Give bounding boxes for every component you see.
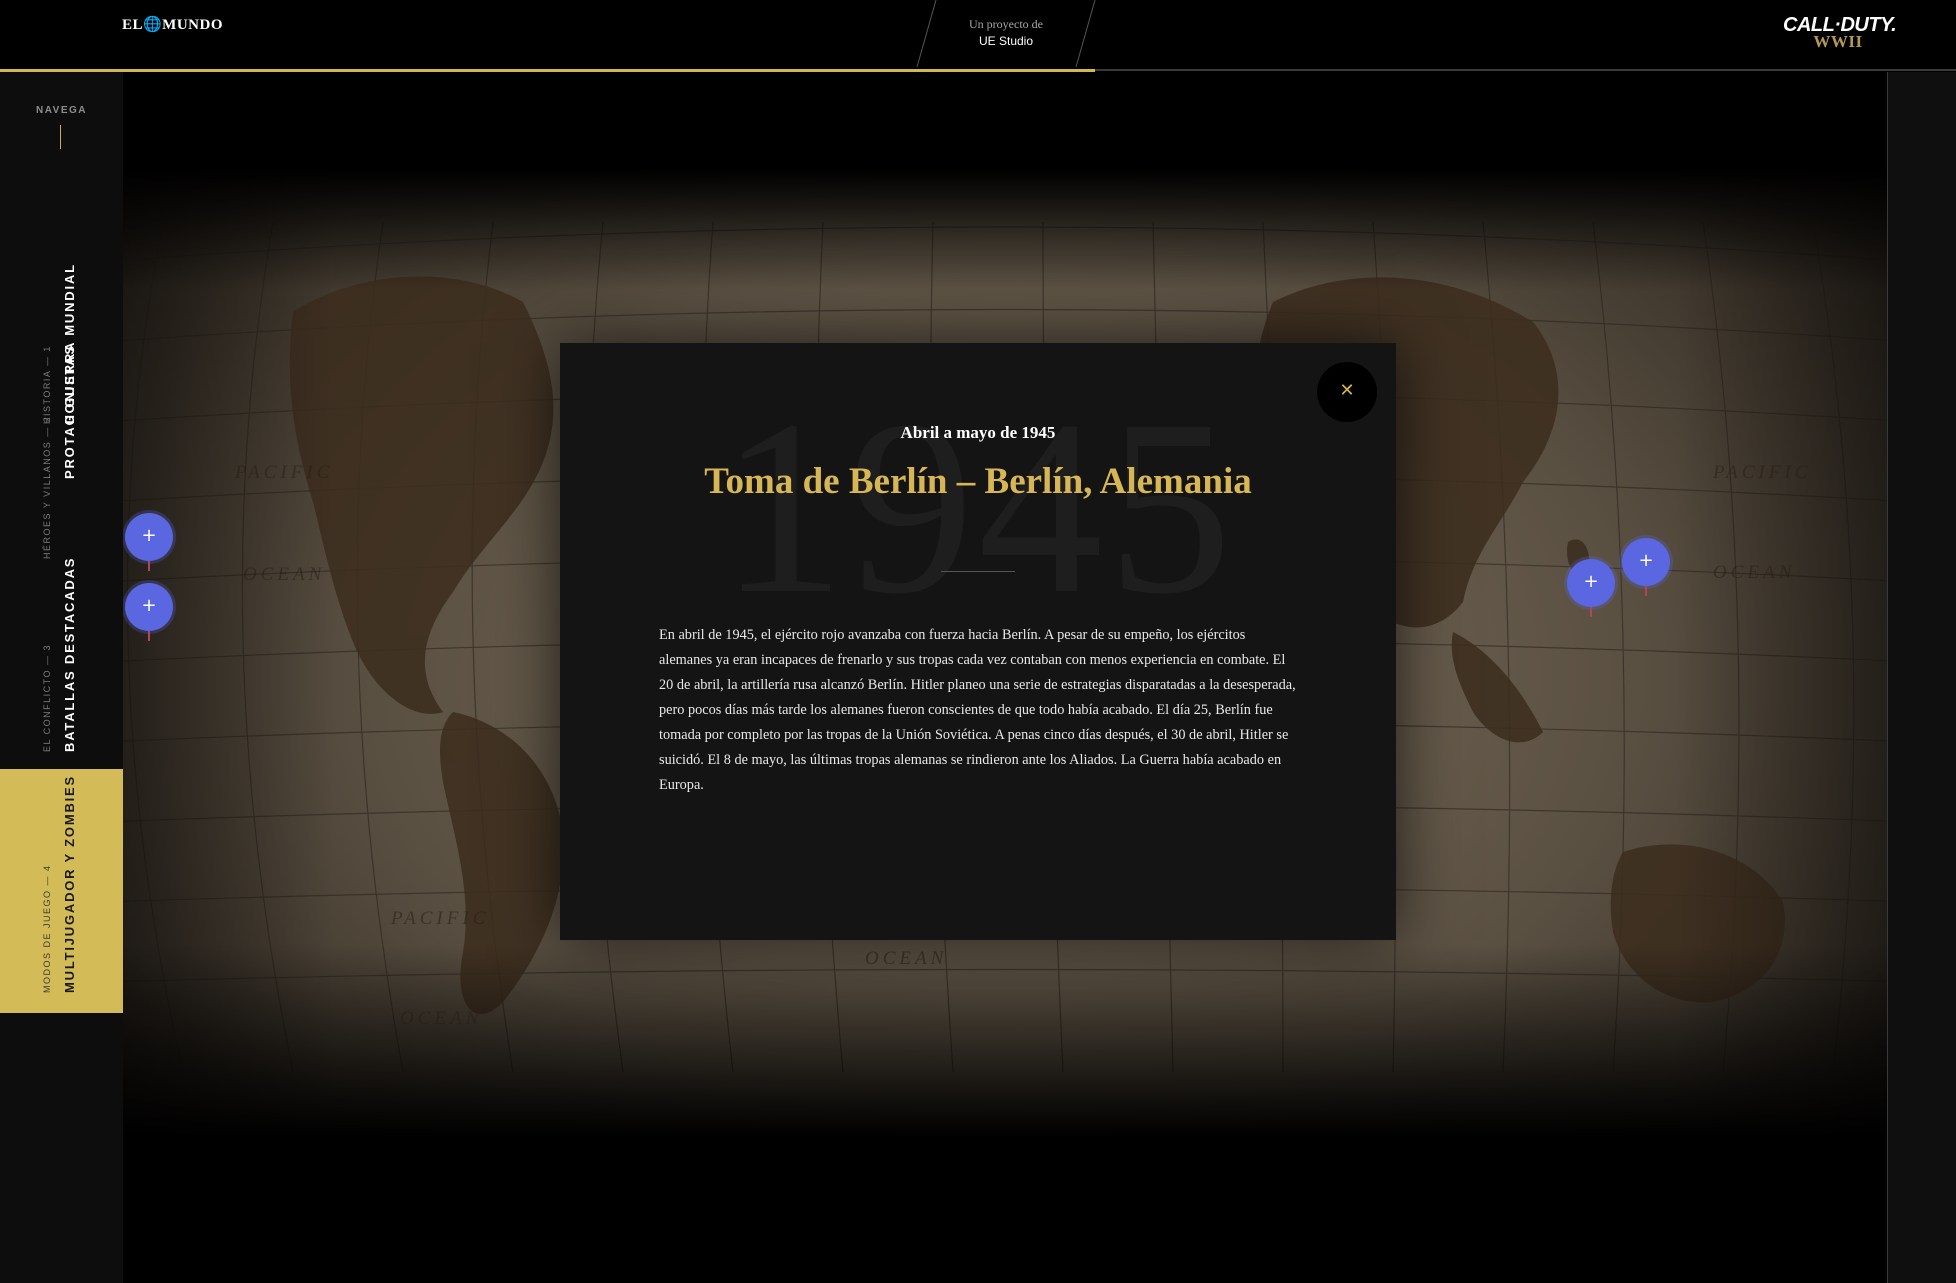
plus-icon: +: [141, 595, 157, 616]
event-title: Toma de Berlín – Berlín, Alemania: [704, 461, 1252, 502]
sidebar-item-subtitle: MODOS DE JUEGO — 4: [42, 864, 52, 993]
nav-heading-divider: [60, 125, 61, 149]
sidebar-item-title: MULTIJUGADOR Y ZOMBIES: [62, 774, 77, 993]
call-of-duty-wwii-logo[interactable]: CALL·DUTY. WWII: [1783, 15, 1897, 50]
title-divider: [941, 571, 1015, 572]
map-label-ocean: OCEAN: [243, 564, 326, 585]
map-label-ocean: OCEAN: [865, 948, 948, 969]
hotspot-pin-stem: [148, 631, 150, 641]
map-label-pacific: PACIFIC: [391, 908, 490, 929]
sidebar-item-title: BATALLAS DESTACADAS: [62, 556, 77, 752]
plus-icon: +: [1583, 571, 1599, 592]
hotspot-pin-stem: [1590, 607, 1592, 617]
map-hotspot-button[interactable]: +: [1567, 559, 1615, 617]
close-button[interactable]: ✕: [1317, 362, 1377, 422]
sidebar-item-title: PROTAGONISTAS: [62, 344, 77, 479]
map-hotspot-button[interactable]: +: [125, 513, 173, 571]
map-label-ocean: OCEAN: [400, 1008, 483, 1029]
sidebar-item-multijugador-zombies[interactable]: MODOS DE JUEGO — 4 MULTIJUGADOR Y ZOMBIE…: [0, 769, 123, 1013]
map-label-pacific: PACIFIC: [1713, 462, 1812, 483]
nav-heading: NAVEGA: [35, 105, 88, 116]
map-label-ocean: OCEAN: [1713, 562, 1796, 583]
project-credit[interactable]: Un proyecto de UE Studio: [893, 0, 1119, 67]
event-detail-modal: 1945 ✕ Abril a mayo de 1945 Toma de Berl…: [560, 343, 1396, 940]
hotspot-pin-stem: [148, 561, 150, 571]
map-hotspot-button[interactable]: +: [125, 583, 173, 641]
map-label-pacific: PACIFIC: [235, 462, 334, 483]
close-icon: ✕: [1339, 380, 1355, 401]
el-mundo-logo[interactable]: EL🌐MUNDO: [122, 15, 223, 34]
event-description: En abril de 1945, el ejército rojo avanz…: [659, 627, 1296, 793]
top-bar: EL🌐MUNDO Un proyecto de UE Studio CALL·D…: [0, 0, 1956, 72]
project-studio: UE Studio: [978, 34, 1034, 48]
plus-icon: +: [141, 525, 157, 546]
right-edge-panel: [1887, 72, 1956, 1283]
sidebar-item-protagonistas[interactable]: HÉROES Y VILLANOS — 2 PROTAGONISTAS: [0, 344, 123, 559]
sidebar-item-subtitle: EL CONFLICTO — 3: [42, 643, 52, 752]
map-hotspot-button[interactable]: +: [1622, 538, 1670, 596]
hotspot-pin-stem: [1645, 586, 1647, 596]
project-label: Un proyecto de: [969, 17, 1043, 31]
sidebar-nav: NAVEGA HISTORIA — 1 II GUERRA MUNDIAL HÉ…: [0, 72, 123, 1283]
plus-icon: +: [1638, 550, 1654, 571]
sidebar-item-batallas-destacadas[interactable]: EL CONFLICTO — 3 BATALLAS DESTACADAS: [0, 537, 123, 752]
event-date: Abril a mayo de 1945: [900, 423, 1056, 442]
background-year: 1945: [720, 369, 1236, 646]
sidebar-item-guerra-mundial[interactable]: HISTORIA — 1 II GUERRA MUNDIAL: [0, 152, 123, 424]
